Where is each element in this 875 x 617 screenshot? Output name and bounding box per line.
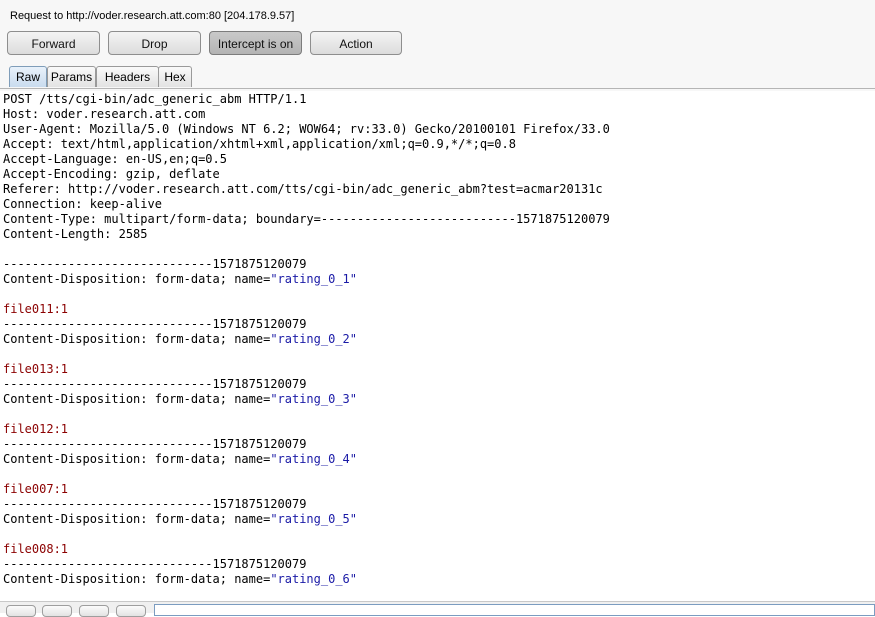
field-name-value: "rating_0_1" (270, 272, 358, 286)
request-line: file007:1 (3, 482, 68, 497)
field-name-value: "rating_0_5" (270, 512, 358, 526)
field-name-value: "rating_0_6" (270, 572, 358, 586)
request-line: Content-Disposition: form-data; name="ra… (3, 392, 357, 407)
add-button[interactable] (79, 605, 109, 617)
request-line: Content-Disposition: form-data; name="ra… (3, 572, 357, 587)
tab-headers[interactable]: Headers (96, 66, 159, 87)
request-line: Connection: keep-alive (3, 197, 162, 211)
request-line: file012:1 (3, 422, 68, 437)
field-name-value: "rating_0_3" (270, 392, 358, 406)
request-line: Content-Disposition: form-data; name="ra… (3, 512, 357, 527)
request-line: Content-Disposition: form-data; name="ra… (3, 452, 357, 467)
request-line: -----------------------------15718751200… (3, 497, 307, 511)
request-line: User-Agent: Mozilla/5.0 (Windows NT 6.2;… (3, 122, 610, 136)
request-line: -----------------------------15718751200… (3, 377, 307, 391)
raw-request-editor[interactable]: POST /tts/cgi-bin/adc_generic_abm HTTP/1… (0, 91, 875, 601)
tab-hex[interactable]: Hex (158, 66, 192, 87)
field-name-value: "rating_0_2" (270, 332, 358, 346)
request-line: Accept-Encoding: gzip, deflate (3, 167, 220, 181)
disposition-prefix: Content-Disposition: form-data; name= (3, 512, 271, 526)
disposition-prefix: Content-Disposition: form-data; name= (3, 272, 271, 286)
request-line: Content-Disposition: form-data; name="ra… (3, 332, 357, 347)
drop-button[interactable]: Drop (108, 31, 201, 55)
forward-button[interactable]: Forward (7, 31, 100, 55)
request-target-label: Request to http://voder.research.att.com… (10, 10, 295, 22)
file-rating-value: file007:1 (3, 482, 69, 496)
request-line: Content-Type: multipart/form-data; bound… (3, 212, 610, 226)
content-divider (0, 88, 875, 89)
request-line: -----------------------------15718751200… (3, 437, 307, 451)
disposition-prefix: Content-Disposition: form-data; name= (3, 572, 271, 586)
help-button[interactable] (6, 605, 36, 617)
action-button[interactable]: Action (310, 31, 402, 55)
request-line: file008:1 (3, 542, 68, 557)
next-match-button[interactable] (116, 605, 146, 617)
request-line: -----------------------------15718751200… (3, 557, 307, 571)
burp-intercept-toolbar: Request to http://voder.research.att.com… (0, 0, 875, 92)
request-line: Accept: text/html,application/xhtml+xml,… (3, 137, 516, 151)
disposition-prefix: Content-Disposition: form-data; name= (3, 392, 271, 406)
file-rating-value: file013:1 (3, 362, 69, 376)
file-rating-value: file008:1 (3, 542, 69, 556)
disposition-prefix: Content-Disposition: form-data; name= (3, 332, 271, 346)
request-line: Content-Disposition: form-data; name="ra… (3, 272, 357, 287)
file-rating-value: file011:1 (3, 302, 69, 316)
file-rating-value: file012:1 (3, 422, 69, 436)
request-line: -----------------------------15718751200… (3, 257, 307, 271)
field-name-value: "rating_0_4" (270, 452, 358, 466)
disposition-prefix: Content-Disposition: form-data; name= (3, 452, 271, 466)
request-line: file011:1 (3, 302, 68, 317)
request-line: POST /tts/cgi-bin/adc_generic_abm HTTP/1… (3, 92, 307, 106)
request-line: file013:1 (3, 362, 68, 377)
tab-params[interactable]: Params (47, 66, 96, 87)
search-bar (0, 601, 875, 617)
search-input[interactable] (154, 604, 875, 616)
intercept-toggle-button[interactable]: Intercept is on (209, 31, 302, 55)
request-line: Host: voder.research.att.com (3, 107, 206, 121)
request-line: Content-Length: 2585 (3, 227, 148, 241)
tab-raw[interactable]: Raw (9, 66, 47, 87)
previous-match-button[interactable] (42, 605, 72, 617)
request-line: -----------------------------15718751200… (3, 317, 307, 331)
request-line: Referer: http://voder.research.att.com/t… (3, 182, 603, 196)
request-line: Accept-Language: en-US,en;q=0.5 (3, 152, 227, 166)
